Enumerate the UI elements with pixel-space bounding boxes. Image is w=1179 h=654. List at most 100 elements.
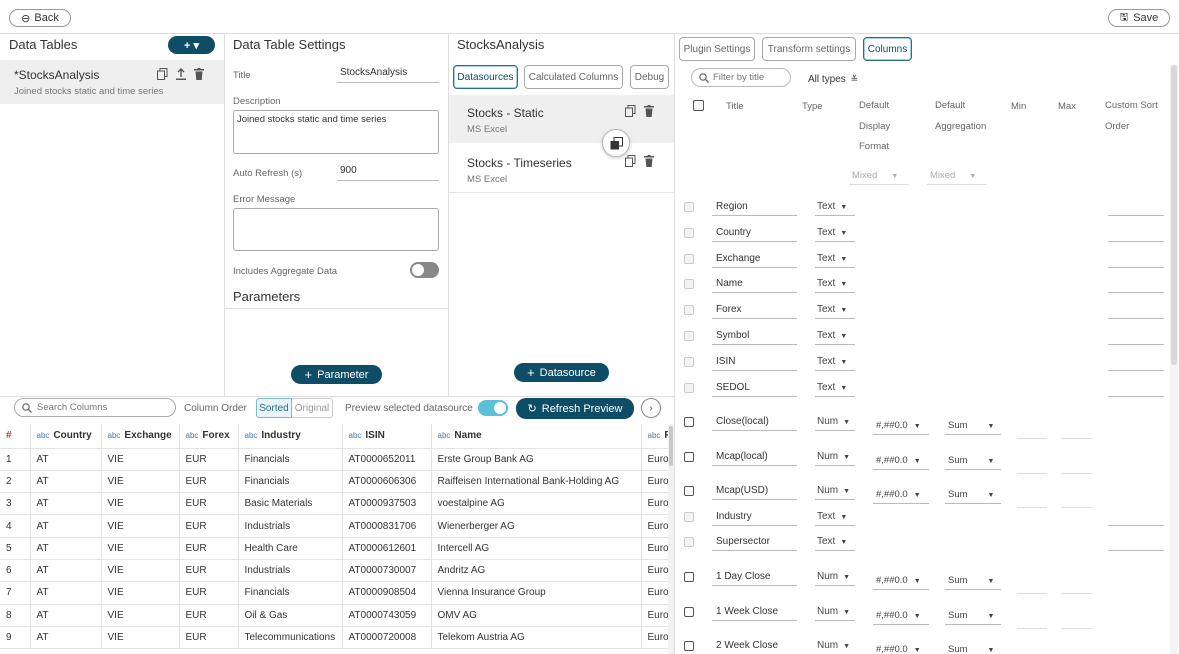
custom-sort-order-input[interactable] — [1108, 353, 1164, 371]
column-type-select[interactable]: Text ▼ — [815, 379, 855, 397]
column-checkbox[interactable] — [684, 537, 694, 548]
original-toggle[interactable]: Original — [292, 398, 333, 418]
table-row[interactable]: 6 AT VIE EUR Industrials AT0000730007 Andritz … — [0, 559, 668, 583]
display-format-select[interactable]: #,##0.0 ▼ — [873, 486, 929, 505]
tab-columns[interactable]: Columns — [863, 37, 912, 61]
tab-plugin-settings[interactable]: Plugin Settings — [679, 37, 755, 61]
custom-sort-order-input[interactable] — [1108, 275, 1164, 294]
column-checkbox[interactable] — [684, 511, 694, 522]
aggregation-select[interactable]: Sum ▼ — [945, 572, 1001, 591]
add-datasource-button[interactable]: + Datasource — [514, 363, 609, 382]
column-checkbox[interactable] — [684, 279, 694, 290]
column-type-select[interactable]: Text ▼ — [815, 275, 855, 294]
aggregation-select[interactable]: Sum ▼ — [945, 607, 1001, 625]
max-input[interactable] — [1062, 456, 1092, 474]
column-title-input[interactable]: Name — [712, 275, 797, 294]
column-type-select[interactable]: Text ▼ — [815, 250, 855, 268]
copy-icon[interactable] — [625, 105, 636, 117]
all-types-dropdown[interactable]: All types ≚ — [808, 74, 858, 85]
refresh-preview-button[interactable]: ↻ Refresh Preview — [516, 398, 634, 419]
column-title-input[interactable]: Exchange — [712, 250, 797, 268]
column-type-select[interactable]: Num ▼ — [815, 637, 855, 654]
column-type-select[interactable]: Num ▼ — [815, 482, 855, 501]
column-header[interactable]: abcR — [641, 424, 668, 449]
copy-icon[interactable] — [157, 68, 168, 80]
column-title-input[interactable]: SEDOL — [712, 379, 797, 397]
min-input[interactable] — [1017, 490, 1047, 509]
search-columns-input[interactable]: Search Columns — [14, 398, 176, 417]
column-header[interactable]: abc Industry — [238, 424, 343, 449]
sorted-toggle[interactable]: Sorted — [256, 398, 292, 418]
column-title-input[interactable]: 1 Day Close — [712, 568, 797, 587]
min-input[interactable] — [1017, 611, 1047, 629]
preview-toggle[interactable] — [478, 400, 508, 416]
column-checkbox[interactable] — [684, 202, 694, 212]
column-header[interactable]: abc ISIN — [342, 424, 432, 449]
join-button[interactable] — [602, 129, 630, 157]
trash-icon[interactable] — [644, 155, 654, 167]
title-input[interactable]: StocksAnalysis — [337, 67, 439, 83]
column-title-input[interactable]: Country — [712, 224, 797, 242]
table-row[interactable]: 4 AT VIE EUR Industrials AT0000831706 Wienerbe… — [0, 514, 668, 538]
upload-icon[interactable] — [176, 68, 186, 80]
custom-sort-order-input[interactable] — [1108, 533, 1164, 552]
column-checkbox[interactable] — [684, 356, 694, 367]
columns-scrollbar[interactable] — [1170, 65, 1178, 654]
column-checkbox[interactable] — [684, 417, 694, 428]
auto-refresh-input[interactable]: 900 — [337, 165, 439, 181]
column-title-input[interactable]: Close(local) — [712, 413, 797, 432]
aggregation-select[interactable]: Sum ▼ — [945, 417, 1001, 436]
column-header[interactable]: abc Forex — [179, 424, 239, 449]
display-format-select[interactable]: #,##0.0 ▼ — [873, 417, 929, 436]
column-title-input[interactable]: Mcap(USD) — [712, 482, 797, 501]
aggregation-select[interactable]: Sum ▼ — [945, 452, 1001, 470]
column-checkbox[interactable] — [684, 227, 694, 238]
column-header[interactable]: abc Exchange — [101, 424, 180, 449]
column-title-input[interactable]: 1 Week Close — [712, 603, 797, 621]
custom-sort-order-input[interactable] — [1108, 327, 1164, 345]
grid-scrollbar[interactable] — [668, 424, 674, 654]
column-type-select[interactable]: Num ▼ — [815, 568, 855, 587]
column-checkbox[interactable] — [684, 331, 694, 341]
display-format-select[interactable]: #,##0.0 ▼ — [873, 452, 929, 470]
table-row[interactable]: 3 AT VIE EUR Basic Materials AT0000937503 voes… — [0, 492, 668, 516]
description-textarea[interactable]: Joined stocks static and time series — [233, 110, 439, 154]
min-input[interactable] — [1017, 421, 1047, 440]
copy-icon[interactable] — [625, 155, 636, 167]
column-header[interactable]: abc Country — [30, 424, 102, 449]
data-table-item[interactable]: *StocksAnalysis Joined stocks static and… — [0, 60, 224, 104]
column-checkbox[interactable] — [684, 486, 694, 497]
column-header[interactable]: abc Name — [431, 424, 642, 449]
min-input[interactable] — [1017, 576, 1047, 595]
column-type-select[interactable]: Text ▼ — [815, 508, 855, 526]
trash-icon[interactable] — [644, 105, 654, 117]
filter-by-title-input[interactable]: Filter by title — [691, 68, 791, 87]
aggregation-select[interactable]: Sum ▼ — [945, 641, 1001, 654]
max-input[interactable] — [1062, 490, 1092, 509]
custom-sort-order-input[interactable] — [1108, 198, 1164, 216]
column-title-input[interactable]: Forex — [712, 301, 797, 320]
column-checkbox[interactable] — [684, 382, 694, 393]
custom-sort-order-input[interactable] — [1108, 379, 1164, 397]
column-title-input[interactable]: 2 Week Close — [712, 637, 797, 654]
custom-sort-order-input[interactable] — [1108, 301, 1164, 320]
column-type-select[interactable]: Text ▼ — [815, 533, 855, 552]
table-row[interactable]: 8ATVIEEUROil & GasAT0000743059OMV AGEuro… — [0, 604, 668, 627]
column-checkbox[interactable] — [684, 253, 694, 264]
table-row[interactable]: 2 AT VIE EUR Financials AT0000606306 Raiffeise… — [0, 470, 668, 494]
display-format-select[interactable]: #,##0.0 ▼ — [873, 607, 929, 625]
custom-sort-order-input[interactable] — [1108, 224, 1164, 242]
mixed-format-select[interactable]: Mixed ▼ — [849, 167, 909, 185]
chevron-right-icon[interactable]: › — [641, 398, 661, 418]
tab-transform-settings[interactable]: Transform settings — [762, 37, 856, 61]
column-title-input[interactable]: Supersector — [712, 533, 797, 552]
column-checkbox[interactable] — [684, 572, 694, 583]
column-title-input[interactable]: ISIN — [712, 353, 797, 371]
datasource-item[interactable]: Stocks - Timeseries MS Excel — [449, 143, 674, 193]
tab-calculated-columns[interactable]: Calculated Columns — [524, 65, 623, 89]
column-checkbox[interactable] — [684, 606, 694, 617]
column-checkbox[interactable] — [684, 641, 694, 651]
column-type-select[interactable]: Num ▼ — [815, 413, 855, 432]
column-checkbox[interactable] — [684, 305, 694, 316]
column-title-input[interactable]: Industry — [712, 508, 797, 526]
